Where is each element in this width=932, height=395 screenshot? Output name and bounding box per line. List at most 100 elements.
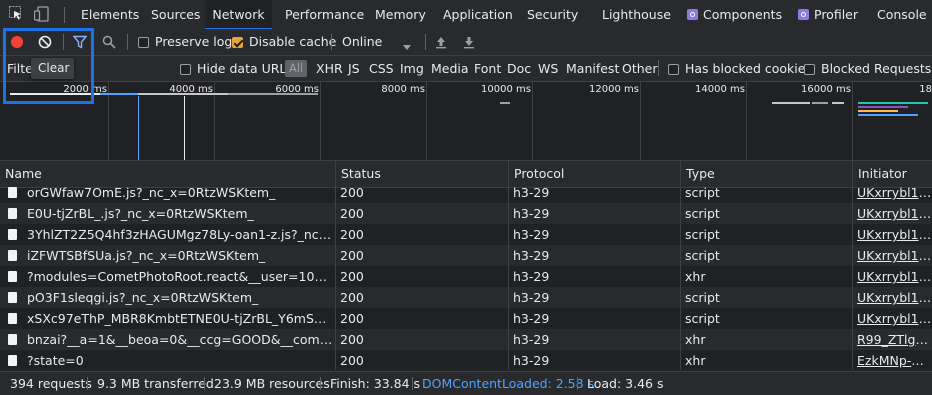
tab-memory[interactable]: Memory	[375, 0, 426, 29]
cell-name: ?state=0	[27, 353, 84, 368]
column-header-initiator[interactable]: Initiator	[852, 161, 932, 187]
summary-divider	[204, 377, 205, 390]
cell-initiator[interactable]: EzkMNp-CiblG	[852, 350, 932, 370]
devtools-tab-bar: Elements Sources Network Performance Mem…	[0, 0, 932, 30]
file-icon	[8, 334, 17, 345]
cell-name: bnzai?__a=1&__beoa=0&__ccg=GOOD&__comet_…	[27, 332, 334, 347]
cell-initiator[interactable]: UKxrrybl1hW.	[852, 287, 932, 308]
disable-cache-checkbox[interactable]: Disable cache	[232, 29, 336, 55]
cell-initiator[interactable]: R99_ZTlgyJ_q4	[852, 329, 932, 350]
preserve-log-checkbox[interactable]: Preserve log	[138, 29, 232, 55]
timeline-tick-label: 18	[919, 84, 932, 95]
cell-name: E0U-tjZrBL_.js?_nc_x=0RtzWSKtem_	[27, 206, 254, 221]
type-filter-xhr[interactable]: XHR	[316, 56, 343, 81]
column-header-type[interactable]: Type	[680, 161, 852, 187]
type-filter-manifest[interactable]: Manifest	[566, 56, 619, 81]
preserve-log-box[interactable]	[138, 37, 149, 48]
type-filter-js[interactable]: JS	[348, 56, 360, 81]
export-har-icon[interactable]	[463, 35, 475, 49]
file-icon	[8, 292, 17, 303]
react-components-icon	[687, 9, 698, 20]
cell-initiator[interactable]: UKxrrybl1hW.	[852, 224, 932, 245]
cell-protocol: h3-29	[513, 248, 550, 263]
table-row[interactable]: orGWfaw7OmE.js?_nc_x=0RtzWSKtem_ 200 h3-29…	[0, 187, 932, 203]
tab-lighthouse[interactable]: Lighthouse	[602, 0, 671, 29]
request-bar	[228, 93, 318, 95]
requests-table-body: orGWfaw7OmE.js?_nc_x=0RtzWSKtem_ 200 h3-29…	[0, 187, 932, 370]
table-row[interactable]: 3YhlZT2Z5Q4hf3zHAGUMgz78Ly-oan1-z.js?_nc…	[0, 224, 932, 245]
type-filter-media[interactable]: Media	[431, 56, 469, 81]
request-bar	[138, 93, 228, 95]
table-row[interactable]: bnzai?__a=1&__beoa=0&__ccg=GOOD&__comet_…	[0, 329, 932, 350]
table-row[interactable]: ?modules=CometPhotoRoot.react&__user=100…	[0, 266, 932, 287]
column-header-status[interactable]: Status	[335, 161, 508, 187]
cell-initiator[interactable]: UKxrrybl1hW.	[852, 308, 932, 329]
hide-data-urls-checkbox[interactable]: Hide data URLs	[180, 56, 293, 81]
table-row[interactable]: pO3F1sleqgi.js?_nc_x=0RtzWSKtem_ 200 h3-29…	[0, 287, 932, 308]
device-toolbar-icon[interactable]	[33, 6, 50, 22]
file-icon	[8, 355, 17, 366]
toolbar-divider	[64, 7, 65, 23]
table-row[interactable]: xSXc97eThP_MBR8KmbtETNE0U-tjZrBL_Y6mSpl9…	[0, 308, 932, 329]
cell-protocol: h3-29	[513, 290, 550, 305]
tab-elements[interactable]: Elements	[81, 0, 139, 29]
tab-application[interactable]: Application	[443, 0, 513, 29]
column-divider	[852, 161, 853, 370]
timeline-tick-label: 12000 ms	[589, 84, 639, 95]
table-row[interactable]: ?state=0 200 h3-29 xhr EzkMNp-CiblG	[0, 350, 932, 370]
cell-status: 200	[340, 187, 364, 200]
column-divider	[508, 161, 509, 370]
summary-divider	[412, 377, 413, 390]
type-filter-font[interactable]: Font	[474, 56, 501, 81]
import-har-icon[interactable]	[435, 35, 447, 49]
type-filter-img[interactable]: Img	[400, 56, 424, 81]
has-blocked-cookies-checkbox[interactable]: Has blocked cookies	[668, 56, 812, 81]
type-filter-all[interactable]: All	[285, 60, 308, 77]
chevron-down-icon[interactable]	[403, 39, 411, 50]
cell-initiator[interactable]: UKxrrybl1hW.	[852, 203, 932, 224]
type-filter-ws[interactable]: WS	[538, 56, 558, 81]
column-header-protocol[interactable]: Protocol	[508, 161, 680, 187]
table-row[interactable]: E0U-tjZrBL_.js?_nc_x=0RtzWSKtem_ 200 h3-29…	[0, 203, 932, 224]
timeline-gridline	[426, 82, 427, 160]
blocked-requests-box[interactable]	[804, 64, 815, 75]
type-filter-doc[interactable]: Doc	[507, 56, 531, 81]
cell-protocol: h3-29	[513, 332, 550, 347]
inspect-element-icon[interactable]	[9, 6, 23, 22]
cell-initiator[interactable]: UKxrrybl1hW.	[852, 245, 932, 266]
requests-table-header: Name Status Protocol Type Initiator	[0, 161, 932, 188]
cell-initiator[interactable]: UKxrrybl1hW.	[852, 266, 932, 287]
preserve-log-label: Preserve log	[155, 34, 233, 49]
cell-name: xSXc97eThP_MBR8KmbtETNE0U-tjZrBL_Y6mSpl9…	[27, 311, 334, 326]
type-filter-other[interactable]: Other	[622, 56, 658, 81]
tab-profiler[interactable]: Profiler	[798, 0, 858, 29]
tab-security[interactable]: Security	[527, 0, 578, 29]
tab-performance[interactable]: Performance	[285, 0, 364, 29]
cell-type: xhr	[685, 353, 706, 368]
type-filter-css[interactable]: CSS	[369, 56, 394, 81]
summary-divider	[320, 377, 321, 390]
hide-data-urls-box[interactable]	[180, 64, 191, 75]
cell-type: script	[685, 290, 720, 305]
cell-protocol: h3-29	[513, 187, 550, 200]
table-row[interactable]: iZFWTSBfSUa.js?_nc_x=0RtzWSKtem_ 200 h3-29…	[0, 245, 932, 266]
file-icon	[8, 313, 17, 324]
has-blocked-cookies-box[interactable]	[668, 64, 679, 75]
file-icon	[8, 250, 17, 261]
network-summary-bar: 394 requests 9.3 MB transferred 23.9 MB …	[0, 371, 932, 395]
cell-type: xhr	[685, 269, 706, 284]
search-icon[interactable]	[102, 35, 116, 49]
tab-sources[interactable]: Sources	[151, 0, 200, 29]
cell-initiator[interactable]: UKxrrybl1hW.	[852, 187, 932, 203]
tab-components[interactable]: Components	[687, 0, 782, 29]
cell-name: ?modules=CometPhotoRoot.react&__user=100…	[27, 269, 334, 284]
blocked-requests-checkbox[interactable]: Blocked Requests	[804, 56, 931, 81]
disable-cache-box[interactable]	[232, 37, 243, 48]
cell-name: 3YhlZT2Z5Q4hf3zHAGUMgz78Ly-oan1-z.js?_nc…	[27, 227, 334, 242]
column-header-name[interactable]: Name	[0, 161, 335, 187]
tab-network[interactable]: Network	[205, 0, 272, 30]
throttling-select[interactable]: Online	[342, 29, 382, 55]
cell-status: 200	[340, 269, 364, 284]
tab-console[interactable]: Console	[877, 0, 927, 29]
network-overview-timeline[interactable]: 2000 ms 4000 ms 6000 ms 8000 ms 10000 ms…	[0, 82, 932, 161]
